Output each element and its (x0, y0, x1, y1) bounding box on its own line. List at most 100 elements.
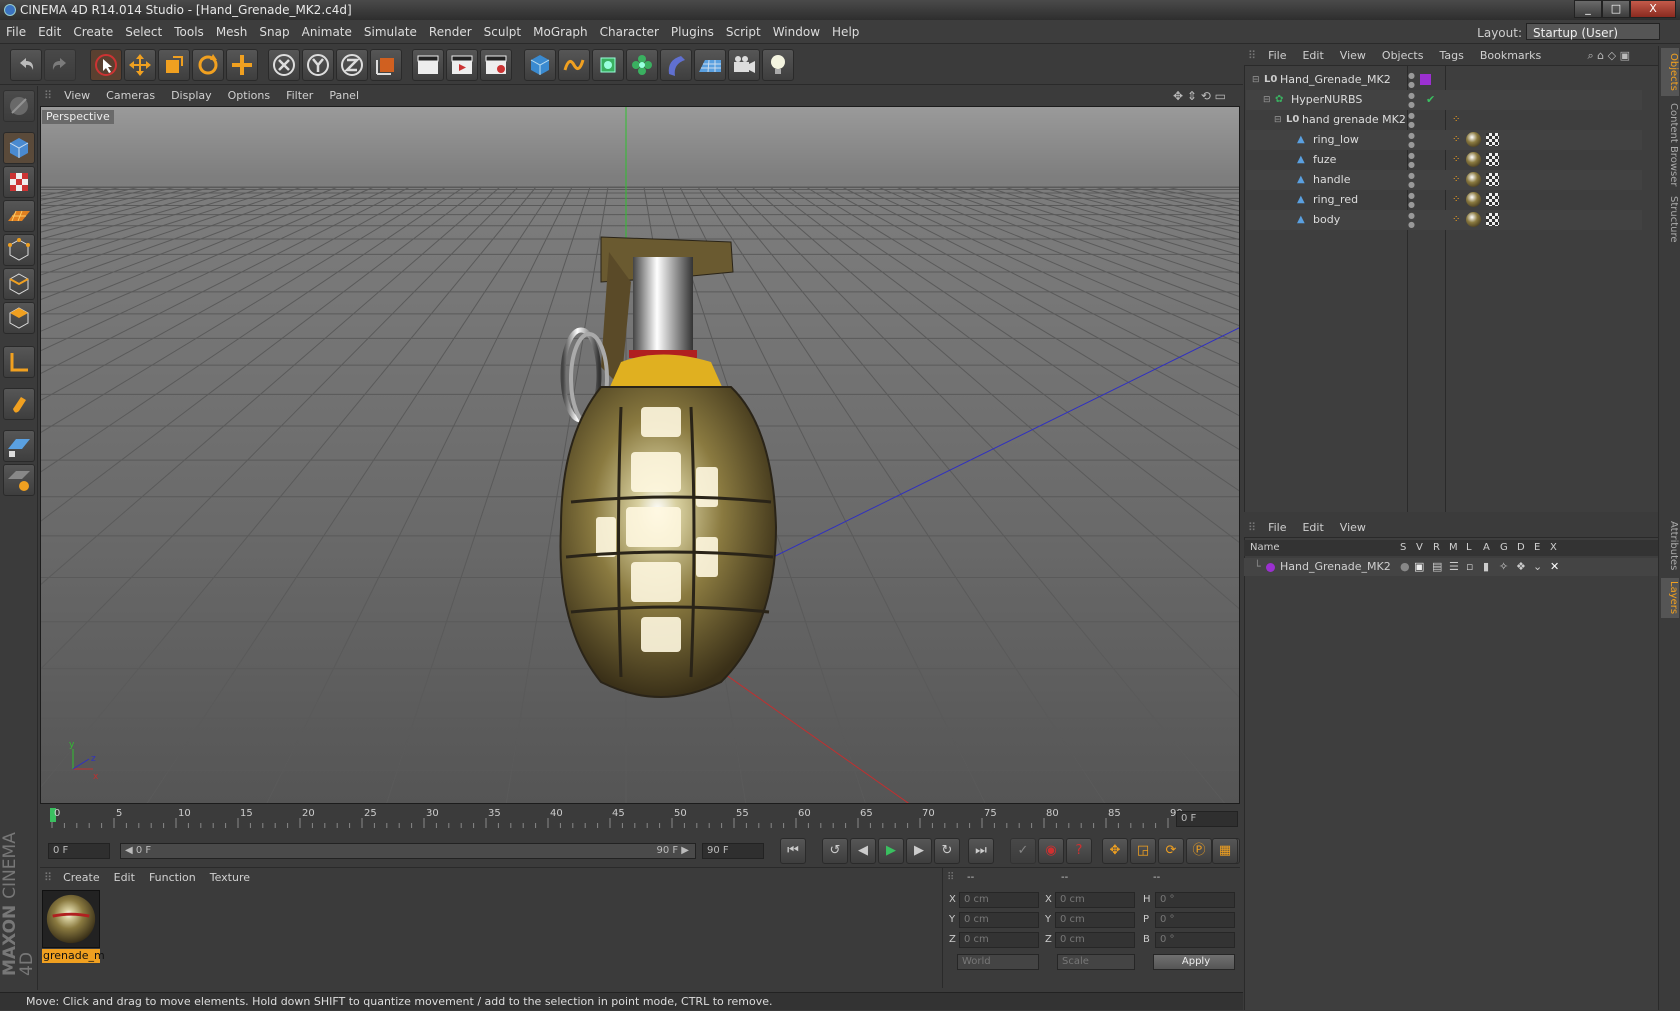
object-row[interactable]: ▲ handle ● ● ⁘ (1246, 170, 1642, 190)
workplane-mode-button[interactable] (3, 200, 35, 232)
menu-file[interactable]: File (0, 20, 32, 44)
texture-mode-button[interactable] (3, 166, 35, 198)
visibility-dots-icon[interactable]: ● ● (1408, 151, 1415, 169)
phong-tag-icon[interactable]: ⁘ (1452, 130, 1460, 150)
undo-button[interactable] (10, 49, 42, 81)
object-name[interactable]: ring_low (1313, 130, 1359, 150)
layer-row[interactable]: └ Hand_Grenade_MK2 ● ▣ ▤ ☰ ▫ ▮ ✧ ❖ ⌄ ✕ (1244, 558, 1660, 576)
layer-col-locked[interactable]: L (1466, 540, 1472, 556)
object-menu-file[interactable]: File (1260, 46, 1294, 66)
position-z-field[interactable]: 0 cm (959, 932, 1039, 948)
phong-tag-icon[interactable]: ⁘ (1452, 150, 1460, 170)
snap-button[interactable] (3, 430, 35, 462)
material-menu-edit[interactable]: Edit (107, 868, 142, 888)
layer-col-manager[interactable]: M (1449, 540, 1458, 556)
menu-render[interactable]: Render (423, 20, 478, 44)
layer-col-expressions[interactable]: E (1534, 540, 1540, 556)
object-name[interactable]: HyperNURBS (1291, 90, 1362, 110)
render-settings-button[interactable] (480, 49, 512, 81)
frame-range-slider[interactable]: ◀ 0 F 90 F ▶ (120, 843, 696, 859)
timeline-ruler[interactable]: 051015202530354045505560657075808590 0 F (40, 806, 1240, 832)
object-name[interactable]: ring_red (1313, 190, 1358, 210)
layer-color-swatch[interactable] (1266, 563, 1275, 572)
previous-key-button[interactable]: ↺ (822, 838, 848, 864)
layer-menu-edit[interactable]: Edit (1294, 518, 1331, 538)
material-menu-texture[interactable]: Texture (203, 868, 257, 888)
scale-tool-button[interactable] (158, 49, 190, 81)
next-frame-button[interactable]: ▶ (906, 838, 932, 864)
layer-menu-view[interactable]: View (1332, 518, 1374, 538)
move-tool-button[interactable] (124, 49, 156, 81)
material-thumbnail[interactable] (42, 890, 100, 948)
object-menu-view[interactable]: View (1332, 46, 1374, 66)
tweak-mode-button[interactable] (3, 388, 35, 420)
layer-col-deformers[interactable]: D (1517, 540, 1525, 556)
menu-tools[interactable]: Tools (168, 20, 210, 44)
material-tag-icon[interactable] (1466, 192, 1481, 207)
object-row[interactable]: ⊟ L0 hand grenade MK2 ● ● ⁘ (1246, 110, 1642, 130)
viewport-menu-display[interactable]: Display (163, 86, 220, 106)
size-mode-dropdown[interactable]: Scale (1057, 954, 1135, 970)
layer-menu-file[interactable]: File (1260, 518, 1294, 538)
layer-color-tag[interactable] (1420, 74, 1431, 85)
uvw-tag-icon[interactable] (1486, 193, 1499, 206)
position-x-field[interactable]: 0 cm (959, 892, 1039, 908)
layer-col-view[interactable]: V (1416, 540, 1423, 556)
layer-expression-icon[interactable]: ⌄ (1533, 558, 1542, 576)
rotation-h-field[interactable]: 0 ° (1155, 892, 1235, 908)
rotation-p-field[interactable]: 0 ° (1155, 912, 1235, 928)
phong-tag-icon[interactable]: ⁘ (1452, 170, 1460, 190)
add-spline-button[interactable] (558, 49, 590, 81)
z-axis-lock-button[interactable] (336, 49, 368, 81)
object-name[interactable]: fuze (1313, 150, 1336, 170)
layer-render-icon[interactable]: ▤ (1432, 558, 1442, 576)
menu-help[interactable]: Help (826, 20, 865, 44)
viewport-menu-cameras[interactable]: Cameras (98, 86, 163, 106)
add-camera-button[interactable] (728, 49, 760, 81)
object-row[interactable]: ▲ body ● ● ⁘ (1246, 210, 1642, 230)
object-menu-bookmarks[interactable]: Bookmarks (1472, 46, 1549, 66)
visibility-dots-icon[interactable]: ● ● (1408, 131, 1415, 149)
next-key-button[interactable]: ↻ (934, 838, 960, 864)
end-frame-field[interactable]: 90 F (702, 843, 764, 859)
key-position-button[interactable]: ✥ (1102, 838, 1128, 864)
phong-tag-icon[interactable]: ⁘ (1452, 210, 1460, 230)
menu-window[interactable]: Window (767, 20, 826, 44)
layer-col-solo[interactable]: S (1400, 540, 1406, 556)
auto-keying-button[interactable]: ◉ (1038, 838, 1064, 864)
size-z-field[interactable]: 0 cm (1055, 932, 1135, 948)
layer-generator-icon[interactable]: ✧ (1499, 558, 1508, 576)
menu-create[interactable]: Create (67, 20, 119, 44)
coordinate-space-dropdown[interactable]: World (957, 954, 1039, 970)
visibility-dots-icon[interactable]: ● ● (1408, 171, 1415, 189)
menu-character[interactable]: Character (594, 20, 665, 44)
perspective-viewport[interactable]: y x z (40, 106, 1240, 804)
menu-mesh[interactable]: Mesh (210, 20, 254, 44)
go-to-start-button[interactable]: ⏮ (780, 838, 806, 864)
tab-structure[interactable]: Structure (1661, 194, 1679, 244)
object-row[interactable]: ▲ fuze ● ● ⁘ (1246, 150, 1642, 170)
menu-script[interactable]: Script (720, 20, 767, 44)
play-button[interactable]: ▶ (878, 838, 904, 864)
phong-tag-icon[interactable]: ⁘ (1452, 110, 1460, 130)
start-frame-field[interactable]: 0 F (48, 843, 110, 859)
record-keys-button[interactable]: ✓ (1010, 838, 1036, 864)
material-tag-icon[interactable] (1466, 152, 1481, 167)
enabled-check-icon[interactable]: ✔ (1426, 90, 1435, 110)
render-view-button[interactable] (412, 49, 444, 81)
maximize-button[interactable]: □ (1602, 0, 1630, 18)
visibility-dots-icon[interactable]: ● ● (1408, 211, 1415, 229)
menu-snap[interactable]: Snap (253, 20, 295, 44)
render-picture-viewer-button[interactable] (446, 49, 478, 81)
layer-view-eye-icon[interactable]: ▣ (1414, 558, 1424, 576)
current-frame-field[interactable]: 0 F (1176, 811, 1238, 827)
layer-col-animation[interactable]: A (1483, 540, 1490, 556)
menu-mograph[interactable]: MoGraph (527, 20, 594, 44)
menu-simulate[interactable]: Simulate (358, 20, 423, 44)
object-menu-edit[interactable]: Edit (1294, 46, 1331, 66)
polygons-mode-button[interactable] (3, 302, 35, 334)
size-y-field[interactable]: 0 cm (1055, 912, 1135, 928)
menu-sculpt[interactable]: Sculpt (478, 20, 527, 44)
material-menu-function[interactable]: Function (142, 868, 203, 888)
menu-animate[interactable]: Animate (296, 20, 358, 44)
